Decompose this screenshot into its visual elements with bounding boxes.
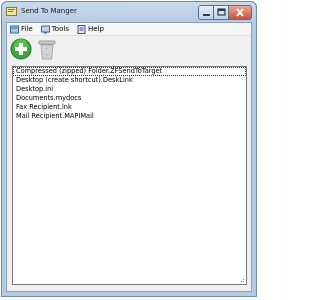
close-button[interactable] [229,6,251,19]
list-item[interactable]: Mail Recipient.MAPIMail [13,112,246,121]
minimize-icon [203,14,210,16]
send-to-list[interactable]: Compressed (zipped) Folder.ZFSendToTarge… [12,66,247,285]
file-icon [10,25,19,33]
tools-icon [40,25,50,33]
toolbar [7,35,251,62]
help-icon [77,24,86,34]
app-icon [6,7,17,16]
recycle-bin-icon [38,40,56,60]
menu-help-label: Help [87,25,104,33]
close-icon [236,8,244,17]
list-item[interactable]: Desktop.ini [13,85,246,94]
list-item[interactable]: Compressed (zipped) Folder.ZFSendToTarge… [13,67,246,76]
menu-file[interactable]: File [10,23,33,35]
app-window: Send To Manger File Tools Help Compresse… [1,1,257,297]
client-area: File Tools Help Compressed (zipped) Fold… [6,22,252,292]
maximize-button[interactable] [214,6,229,19]
add-icon [10,38,32,60]
menu-help[interactable]: Help [77,23,104,35]
menu-tools[interactable]: Tools [40,23,69,35]
resize-grip-icon [241,279,244,282]
minimize-button[interactable] [199,6,214,19]
menu-bar: File Tools Help [7,23,251,35]
delete-button[interactable] [36,38,58,60]
menu-file-label: File [21,25,33,33]
list-item[interactable]: Desktop (create shortcut).DeskLink [13,76,246,85]
title-bar[interactable]: Send To Manger [2,2,256,22]
maximize-icon [217,8,226,16]
window-title: Send To Manger [21,7,77,15]
caption-buttons [198,5,252,20]
list-item[interactable]: Documents.mydocs [13,94,246,103]
menu-tools-label: Tools [51,25,69,33]
add-button[interactable] [10,38,32,60]
list-item[interactable]: Fax Recipient.lnk [13,103,246,112]
